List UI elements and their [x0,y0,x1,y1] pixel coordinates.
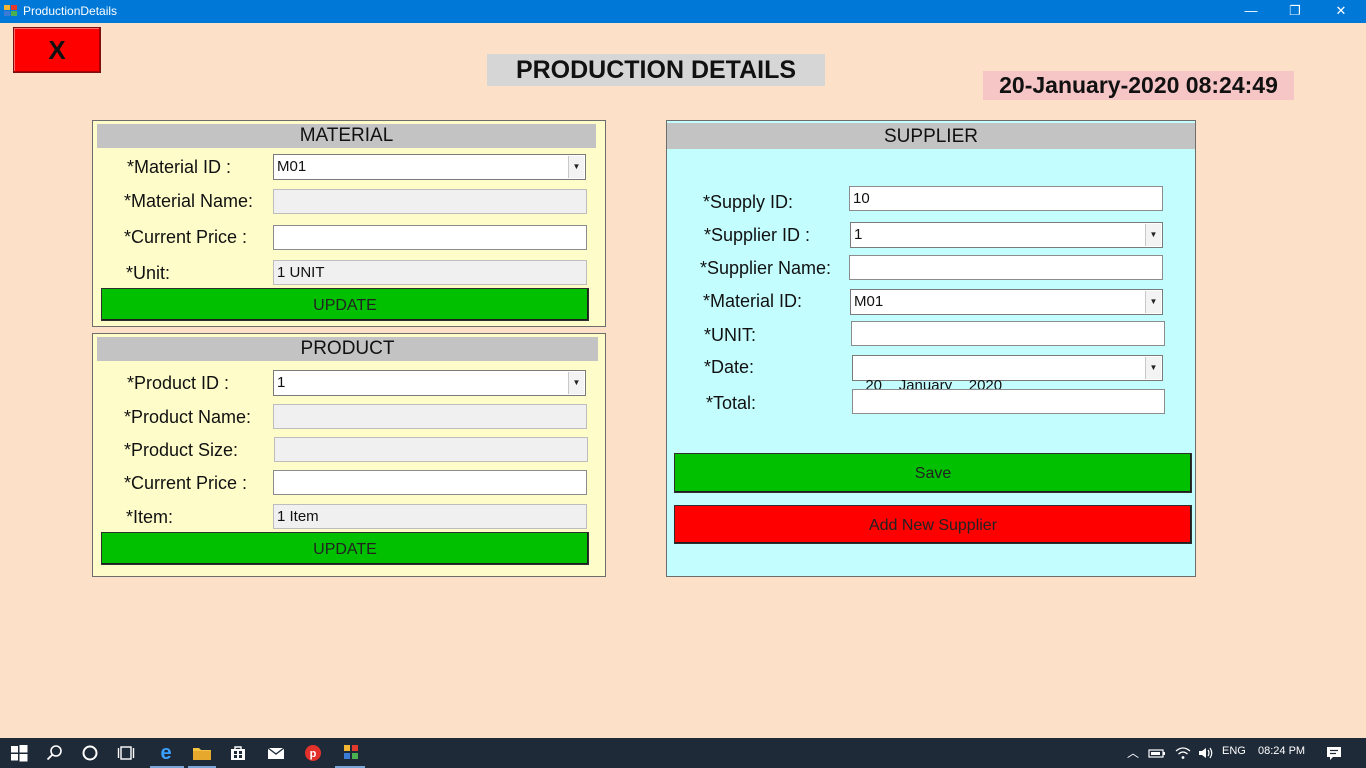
product-id-value: 1 [277,374,286,391]
product-price-label: *Current Price : [124,473,248,493]
product-id-select[interactable]: 1 ▼ [273,370,586,396]
supplier-id-value: 1 [854,226,863,243]
material-name-label: *Material Name: [124,191,254,211]
supplier-material-id-value: M01 [854,293,884,310]
volume-icon[interactable] [1195,744,1217,762]
add-new-supplier-button[interactable]: Add New Supplier [674,505,1192,544]
exit-button[interactable]: X [13,27,101,73]
supplier-unit-label: *UNIT: [704,325,757,345]
store-icon[interactable] [227,744,249,762]
svg-text:p: p [310,748,317,760]
supplier-unit-field[interactable] [851,321,1165,346]
material-name-field[interactable] [273,189,587,214]
window-close-icon[interactable]: ✕ [1318,0,1364,23]
material-price-field[interactable] [273,225,587,250]
supply-id-field[interactable]: 10 [849,186,1163,211]
dropdown-arrow-icon[interactable]: ▼ [1145,357,1161,379]
supplier-total-field[interactable] [852,389,1165,414]
wifi-icon[interactable] [1172,744,1194,762]
save-button[interactable]: Save [674,453,1192,493]
material-unit-label: *Unit: [126,263,171,283]
product-update-button[interactable]: UPDATE [101,532,589,565]
supplier-name-label: *Supplier Name: [700,258,832,278]
supplier-panel-header: SUPPLIER [667,123,1195,149]
product-size-field[interactable] [274,437,588,462]
material-update-button[interactable]: UPDATE [101,288,589,321]
app-icon [4,5,18,18]
psiphon-icon[interactable]: p [302,744,324,762]
material-unit-field[interactable]: 1 UNIT [273,260,587,285]
product-item-label: *Item: [126,507,174,527]
file-explorer-icon[interactable] [191,744,213,762]
start-icon[interactable] [8,744,30,762]
supplier-total-label: *Total: [706,393,757,413]
material-id-value: M01 [277,158,307,175]
language-indicator[interactable]: ENG [1222,745,1246,757]
product-name-field[interactable] [273,404,587,429]
dropdown-arrow-icon[interactable]: ▼ [568,156,584,178]
supplier-id-label: *Supplier ID : [704,225,811,245]
window-title: ProductionDetails [23,4,118,18]
product-size-label: *Product Size: [124,440,239,460]
task-view-icon[interactable] [115,744,137,762]
supplier-material-id-select[interactable]: M01 ▼ [850,289,1163,315]
material-price-label: *Current Price : [124,227,248,247]
material-id-label: *Material ID : [127,157,232,177]
product-name-label: *Product Name: [124,407,252,427]
dropdown-arrow-icon[interactable]: ▼ [1145,291,1161,313]
dropdown-arrow-icon[interactable]: ▼ [568,372,584,394]
app-taskbar-icon[interactable] [340,744,362,762]
cortana-icon[interactable] [79,744,101,762]
product-item-field[interactable]: 1 Item [273,504,587,529]
supplier-date-picker[interactable]: 20 January 2020 ▼ [852,355,1163,394]
dropdown-arrow-icon[interactable]: ▼ [1145,224,1161,246]
edge-icon[interactable]: e [155,743,177,763]
title-bar [0,0,1366,23]
product-panel-header: PRODUCT [97,337,598,361]
current-datetime: 20-January-2020 08:24:49 [983,71,1294,100]
notification-icon[interactable] [1323,744,1345,762]
maximize-icon[interactable]: ❐ [1272,0,1318,23]
mail-icon[interactable] [265,744,287,762]
battery-icon[interactable] [1146,744,1168,762]
clock[interactable]: 08:24 PM [1258,745,1305,757]
tray-chevron-icon[interactable]: ︿ [1122,744,1144,762]
supplier-date-label: *Date: [704,357,755,377]
material-panel-header: MATERIAL [97,124,596,148]
material-id-select[interactable]: M01 ▼ [273,154,586,180]
minimize-icon[interactable]: — [1228,0,1274,23]
product-id-label: *Product ID : [127,373,230,393]
supply-id-label: *Supply ID: [703,192,794,212]
supplier-id-select[interactable]: 1 ▼ [850,222,1163,248]
product-price-field[interactable] [273,470,587,495]
supplier-name-field[interactable] [849,255,1163,280]
supplier-material-id-label: *Material ID: [703,291,803,311]
search-icon[interactable] [44,744,66,762]
page-title: PRODUCTION DETAILS [487,54,825,86]
